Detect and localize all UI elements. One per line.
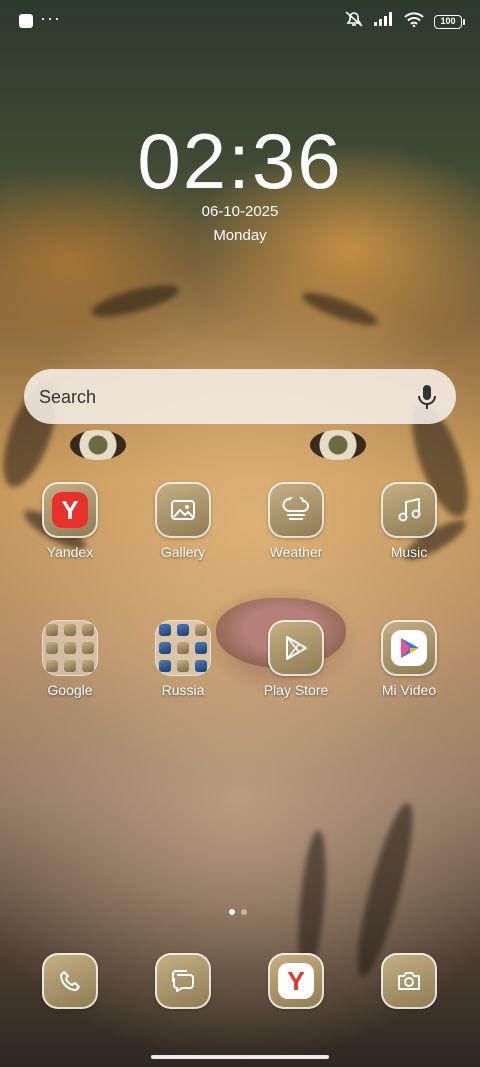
app-thumbnail — [46, 642, 58, 654]
more-dots-icon: ··· — [40, 8, 61, 28]
folder-russia[interactable]: Russia — [138, 620, 228, 698]
app-yandex[interactable]: Y Yandex — [25, 482, 115, 560]
home-gesture-bar[interactable] — [151, 1055, 329, 1059]
page-dot — [241, 909, 247, 915]
notification-square-icon — [19, 14, 33, 28]
yandex-browser-icon[interactable]: Y — [268, 953, 324, 1009]
play-store-icon[interactable] — [268, 620, 324, 676]
signal-icon — [374, 12, 394, 31]
page-indicator — [229, 909, 247, 915]
app-label: Gallery — [160, 544, 206, 560]
wifi-icon — [404, 11, 424, 32]
status-bar: ··· 100 — [0, 0, 480, 42]
app-thumbnail — [82, 642, 94, 654]
dock-camera[interactable] — [364, 953, 454, 1009]
camera-icon[interactable] — [381, 953, 437, 1009]
search-placeholder: Search — [39, 387, 97, 407]
dock-messages[interactable] — [138, 953, 228, 1009]
app-thumbnail — [195, 660, 207, 672]
app-label: Music — [390, 544, 428, 560]
app-play-store[interactable]: Play Store — [251, 620, 341, 698]
app-thumbnail — [82, 624, 94, 636]
app-thumbnail — [195, 642, 207, 654]
app-label: Russia — [161, 682, 205, 698]
app-thumbnail — [177, 642, 189, 654]
app-weather[interactable]: Weather — [251, 482, 341, 560]
clock-weekday: Monday — [213, 227, 267, 244]
gallery-icon[interactable] — [155, 482, 211, 538]
search-bar[interactable]: Search — [24, 369, 456, 424]
microphone-icon[interactable] — [416, 383, 438, 416]
app-thumbnail — [64, 660, 76, 672]
folder-google[interactable]: Google — [25, 620, 115, 698]
app-thumbnail — [82, 660, 94, 672]
app-label: Play Store — [263, 682, 329, 698]
app-thumbnail — [177, 624, 189, 636]
app-mi-video[interactable]: Mi Video — [364, 620, 454, 698]
app-label: Weather — [269, 544, 323, 560]
clock-time[interactable]: 02:36 — [0, 118, 480, 204]
app-music[interactable]: Music — [364, 482, 454, 560]
dock-yandex-browser[interactable]: Y — [251, 953, 341, 1009]
app-label: Yandex — [46, 544, 94, 560]
app-thumbnail — [195, 624, 207, 636]
app-label: Mi Video — [381, 682, 437, 698]
phone-icon[interactable] — [42, 953, 98, 1009]
clock-date: 06-10-2025 — [201, 203, 279, 220]
app-thumbnail — [64, 624, 76, 636]
battery-icon: 100 — [434, 14, 465, 29]
app-thumbnail — [177, 660, 189, 672]
mute-icon — [344, 11, 364, 32]
app-thumbnail — [64, 642, 76, 654]
messages-icon[interactable] — [155, 953, 211, 1009]
app-gallery[interactable]: Gallery — [138, 482, 228, 560]
folder-icon[interactable] — [42, 620, 98, 676]
mi-video-logo — [391, 630, 427, 666]
app-thumbnail — [159, 624, 171, 636]
page-dot-active — [229, 909, 235, 915]
weather-icon[interactable] — [268, 482, 324, 538]
app-thumbnail — [46, 660, 58, 672]
app-label: Google — [47, 682, 93, 698]
yandex-icon[interactable]: Y — [42, 482, 98, 538]
folder-icon[interactable] — [155, 620, 211, 676]
app-thumbnail — [159, 642, 171, 654]
app-thumbnail — [46, 624, 58, 636]
dock-phone[interactable] — [25, 953, 115, 1009]
mi-video-icon[interactable] — [381, 620, 437, 676]
app-thumbnail — [159, 660, 171, 672]
music-icon[interactable] — [381, 482, 437, 538]
